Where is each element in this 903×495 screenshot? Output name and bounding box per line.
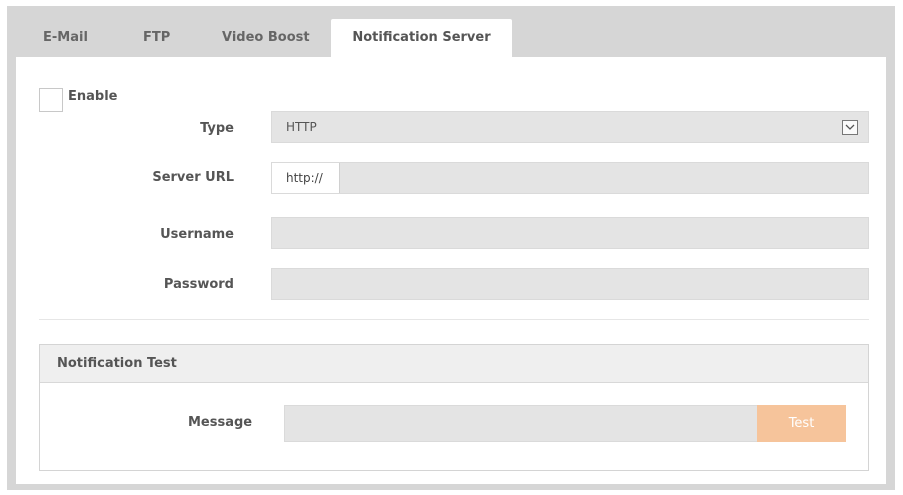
test-button[interactable]: Test <box>757 405 846 442</box>
tab-ftp[interactable]: FTP <box>143 19 170 57</box>
notification-test-header: Notification Test <box>40 345 868 383</box>
message-input[interactable] <box>284 405 758 442</box>
notification-server-panel: Enable Type HTTP Server URL http:// User… <box>16 57 886 484</box>
username-field[interactable] <box>271 217 869 249</box>
tab-bar: E-Mail FTP Video Boost Notification Serv… <box>7 6 895 64</box>
password-field[interactable] <box>271 268 869 300</box>
tab-notification-server[interactable]: Notification Server <box>331 19 512 57</box>
type-label: Type <box>200 121 234 136</box>
enable-checkbox[interactable] <box>39 88 63 112</box>
chevron-down-icon[interactable] <box>842 120 858 135</box>
password-label: Password <box>163 277 234 292</box>
tab-video-boost[interactable]: Video Boost <box>222 19 310 57</box>
server-url-label: Server URL <box>152 170 234 185</box>
username-label: Username <box>160 227 234 242</box>
url-prefix: http:// <box>272 163 340 193</box>
settings-frame: E-Mail FTP Video Boost Notification Serv… <box>7 6 895 490</box>
message-label: Message <box>188 415 253 430</box>
server-url-field[interactable]: http:// <box>271 162 869 194</box>
section-divider <box>39 319 869 320</box>
notification-test-title: Notification Test <box>57 356 177 371</box>
type-select-value: HTTP <box>286 120 317 134</box>
tab-email[interactable]: E-Mail <box>43 19 88 57</box>
type-select[interactable]: HTTP <box>271 111 869 143</box>
notification-test-section: Notification Test Message Test <box>39 344 869 471</box>
enable-label: Enable <box>68 89 118 104</box>
